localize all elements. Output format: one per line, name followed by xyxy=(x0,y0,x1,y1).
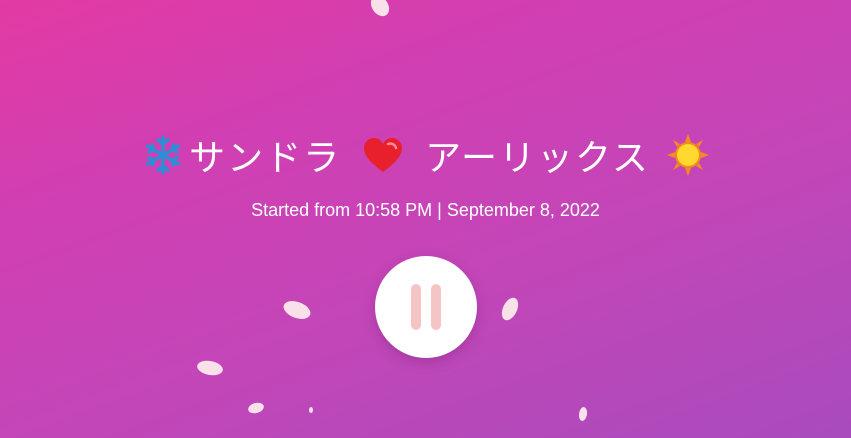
partner-name-right: アーリックス xyxy=(425,138,650,179)
start-time-label: Started from 10:58 PM | September 8, 202… xyxy=(251,200,600,220)
petal-icon xyxy=(578,407,588,421)
partner-name-left: サンドラ xyxy=(189,138,342,179)
snowflake-icon xyxy=(145,135,181,175)
heart-icon xyxy=(364,138,403,172)
pause-button[interactable] xyxy=(375,256,477,358)
timer-screen: サンドラ アーリックス Started from 10:58 PM | Sept… xyxy=(0,0,851,438)
petal-icon xyxy=(248,402,264,414)
petal-icon xyxy=(197,360,223,376)
pause-icon xyxy=(411,284,441,330)
petal-icon xyxy=(501,297,519,321)
petal-icon xyxy=(370,0,390,17)
petal-icon xyxy=(283,301,311,319)
sun-icon xyxy=(666,134,709,176)
petal-icon xyxy=(309,407,313,413)
couple-title: サンドラ アーリックス xyxy=(0,130,851,180)
